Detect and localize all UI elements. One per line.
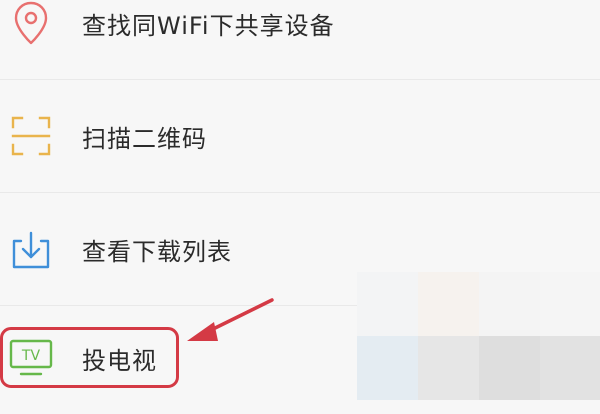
menu-item-scan-qr[interactable]: 扫描二维码	[0, 80, 600, 192]
menu-item-label: 查找同WiFi下共享设备	[82, 11, 335, 40]
menu-item-find-wifi-devices[interactable]: 查找同WiFi下共享设备	[0, 0, 600, 79]
download-tray-icon	[8, 226, 54, 272]
menu-item-label: 扫描二维码	[82, 124, 207, 153]
scan-qr-icon	[8, 113, 54, 159]
blurred-region	[357, 272, 600, 400]
location-pin-icon	[8, 0, 54, 46]
annotation-highlight-box	[0, 327, 179, 388]
menu-item-label: 查看下载列表	[82, 237, 232, 266]
